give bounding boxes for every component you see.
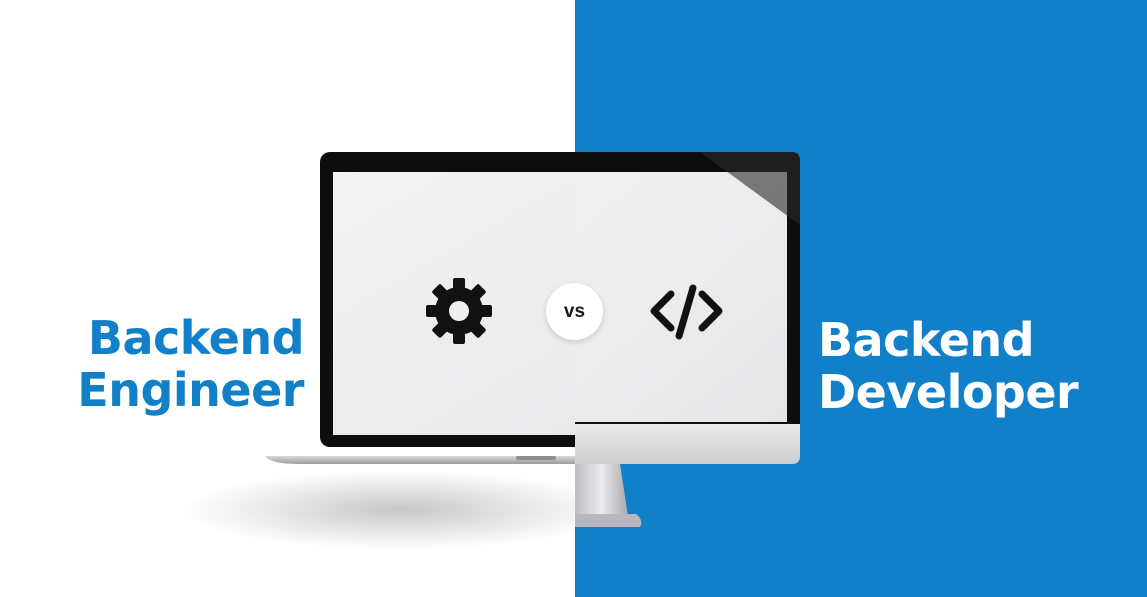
left-title-line2: Engineer (77, 363, 304, 417)
gear-icon (426, 278, 492, 344)
left-title-line1: Backend (87, 311, 305, 365)
vs-label: vs (563, 300, 586, 322)
monitor-stand (575, 464, 628, 516)
monitor-stand-foot (575, 514, 642, 527)
laptop-notch (516, 456, 556, 460)
right-title-line1: Backend (818, 313, 1035, 367)
left-title: Backend Engineer (77, 312, 304, 416)
vs-badge: vs (546, 283, 603, 340)
right-title-line2: Developer (818, 365, 1079, 419)
comparison-banner: vs Backend Engineer Backend Developer (0, 0, 1147, 597)
right-title: Backend Developer (818, 313, 1079, 419)
